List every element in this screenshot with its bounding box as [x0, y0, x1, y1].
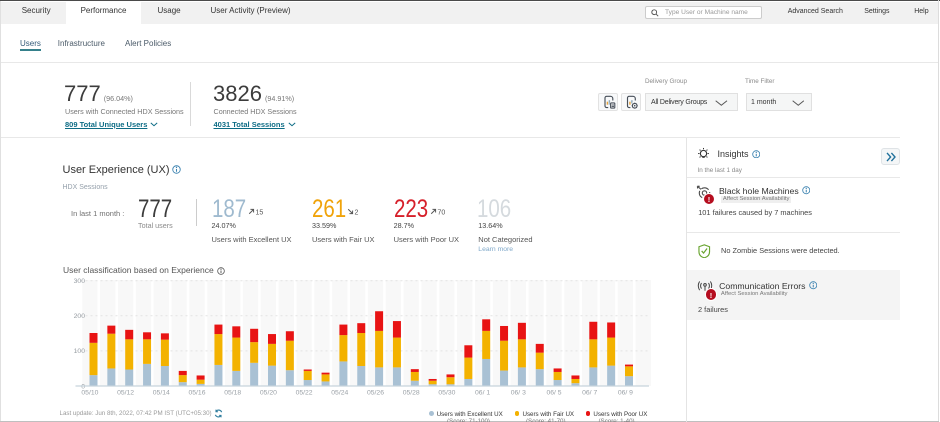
- svg-text:300: 300: [74, 278, 86, 285]
- svg-text:05/10: 05/10: [81, 390, 98, 397]
- svg-text:06/ 7: 06/ 7: [582, 390, 597, 397]
- svg-text:05/30: 05/30: [438, 390, 455, 397]
- svg-text:06/ 5: 06/ 5: [546, 390, 561, 397]
- svg-text:05/20: 05/20: [260, 390, 277, 397]
- svg-text:05/18: 05/18: [224, 390, 241, 397]
- svg-text:06/ 1: 06/ 1: [475, 390, 490, 397]
- svg-text:200: 200: [74, 313, 86, 320]
- svg-text:100: 100: [74, 348, 86, 355]
- svg-text:06/ 3: 06/ 3: [511, 390, 526, 397]
- svg-text:05/12: 05/12: [117, 390, 134, 397]
- svg-text:06/ 9: 06/ 9: [618, 390, 633, 397]
- svg-text:05/14: 05/14: [153, 390, 170, 397]
- svg-text:05/16: 05/16: [188, 390, 205, 397]
- svg-text:05/28: 05/28: [403, 390, 420, 397]
- svg-text:05/24: 05/24: [331, 390, 348, 397]
- svg-text:05/22: 05/22: [296, 390, 313, 397]
- svg-text:05/26: 05/26: [367, 390, 384, 397]
